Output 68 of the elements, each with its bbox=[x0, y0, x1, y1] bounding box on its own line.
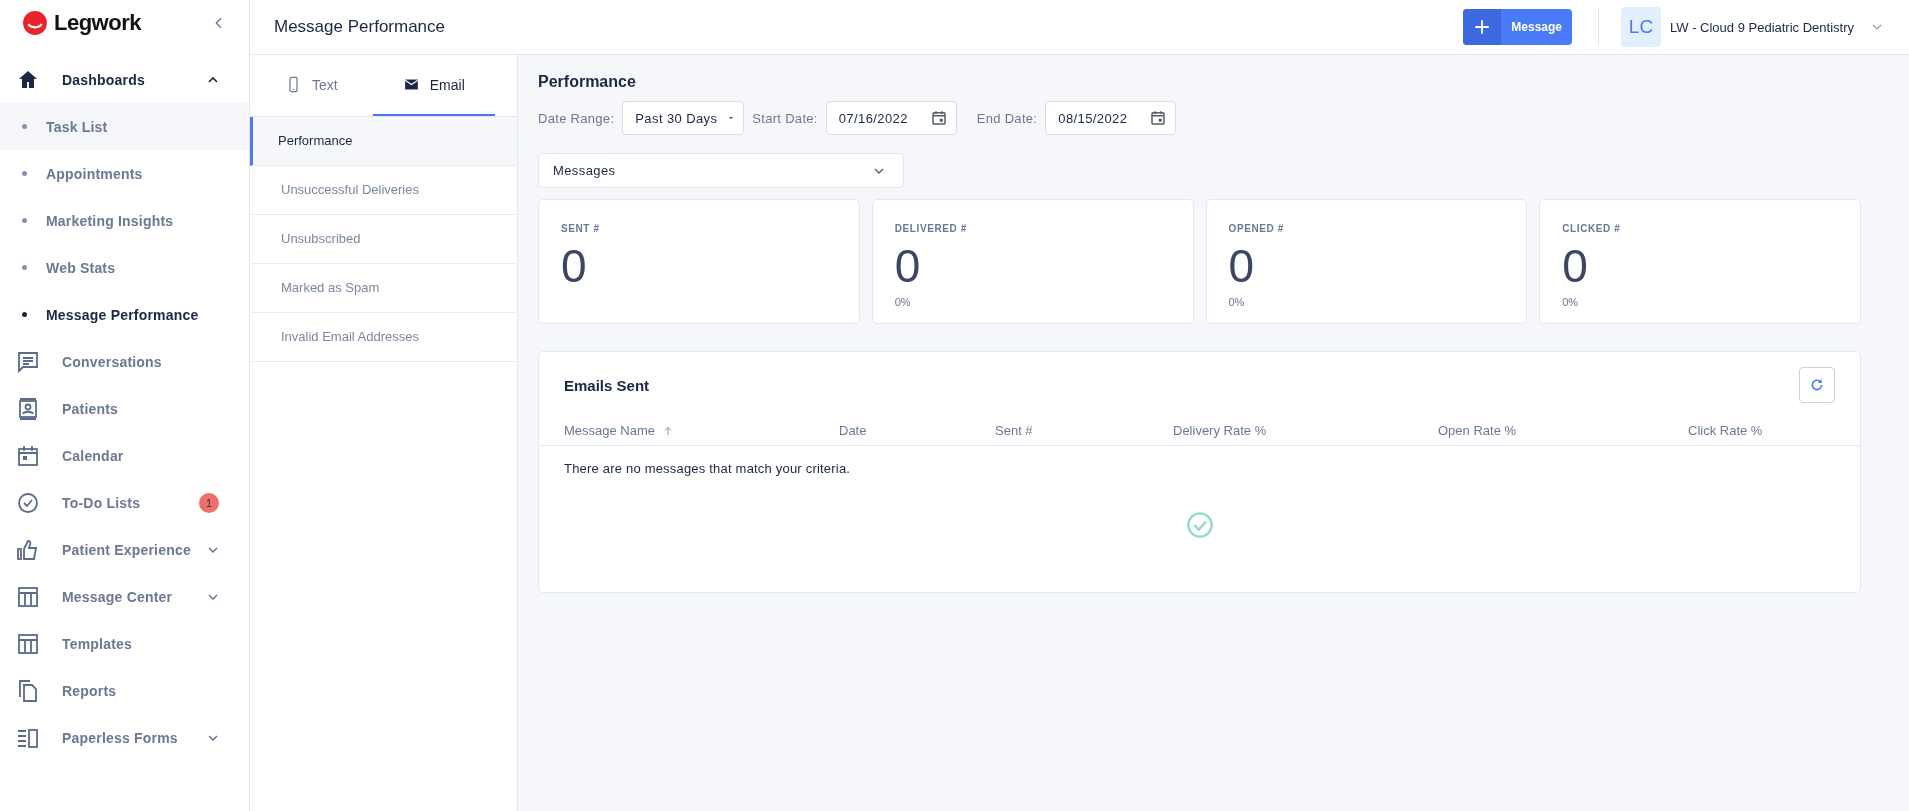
calendar-icon bbox=[16, 443, 40, 468]
chat-list-icon bbox=[16, 349, 40, 374]
count-badge: 1 bbox=[199, 492, 219, 513]
section-title: Performance bbox=[538, 73, 637, 91]
nav-subitem[interactable]: Marketing Insights bbox=[22, 197, 221, 244]
nav-item[interactable]: To-Do Lists bbox=[16, 479, 199, 526]
nav-subitem[interactable]: Web Stats bbox=[22, 244, 221, 291]
stat-label: OPENED # bbox=[1228, 223, 1284, 234]
nav-subitem[interactable]: Message Performance bbox=[22, 291, 221, 338]
column-header[interactable]: Sent # bbox=[995, 423, 1173, 445]
nav-item[interactable]: Patient Experience bbox=[16, 526, 205, 573]
nav-item[interactable]: Patients bbox=[16, 385, 221, 432]
nav-subitem[interactable]: Appointments bbox=[22, 150, 221, 197]
date-range-select[interactable]: Past 30 Days bbox=[622, 101, 745, 135]
nav-item[interactable]: Conversations bbox=[16, 338, 221, 385]
column-header[interactable]: Click Rate % bbox=[1688, 423, 1860, 445]
logo-icon bbox=[22, 10, 48, 36]
contact-card-icon bbox=[16, 396, 40, 421]
documents-icon bbox=[16, 678, 40, 703]
check-circle-icon bbox=[1185, 511, 1214, 539]
stat-percent: 0% bbox=[1228, 296, 1245, 308]
account-name[interactable]: LW - Cloud 9 Pediatric Dentistry bbox=[1670, 19, 1854, 35]
date-field[interactable]: 08/15/2022 bbox=[1045, 101, 1177, 135]
stat-label: DELIVERED # bbox=[894, 223, 967, 234]
nav-item[interactable]: Templates bbox=[16, 620, 221, 667]
column-header[interactable]: Delivery Rate % bbox=[1173, 423, 1438, 445]
new-message-button[interactable]: Message bbox=[1463, 9, 1572, 45]
nav-item[interactable]: Dashboards bbox=[16, 56, 205, 103]
subnav-item[interactable]: Marked as Spam bbox=[250, 264, 517, 313]
calendar-icon[interactable] bbox=[1149, 109, 1168, 127]
column-header[interactable]: Open Rate % bbox=[1438, 423, 1688, 445]
stat-value: 0 bbox=[1562, 242, 1588, 290]
table-icon bbox=[16, 584, 40, 609]
filter-label: Date Range: bbox=[538, 110, 615, 126]
refresh-button[interactable] bbox=[1799, 367, 1835, 403]
check-circle-icon bbox=[16, 490, 40, 515]
empty-message: There are no messages that match your criteria. bbox=[563, 460, 852, 476]
stat-label: SENT # bbox=[561, 223, 600, 234]
stat-value: 0 bbox=[894, 242, 921, 290]
column-header[interactable]: Message Name bbox=[564, 423, 839, 445]
stat-value: 0 bbox=[561, 242, 587, 290]
account-avatar[interactable]: LC bbox=[1621, 7, 1661, 47]
date-field[interactable]: 07/16/2022 bbox=[825, 101, 957, 135]
subnav-item[interactable]: Invalid Email Addresses bbox=[250, 313, 517, 362]
nav-item[interactable]: Reports bbox=[16, 667, 221, 714]
logo-text: Legwork bbox=[54, 10, 141, 36]
nav-item[interactable]: Message Center bbox=[16, 573, 205, 620]
tab[interactable]: Text bbox=[250, 55, 373, 116]
filter-label: Start Date: bbox=[752, 110, 818, 126]
column-header[interactable]: Date bbox=[839, 423, 995, 445]
nav-item[interactable]: Calendar bbox=[16, 432, 221, 479]
subnav-item[interactable]: Unsuccessful Deliveries bbox=[250, 166, 517, 215]
refresh-icon bbox=[1809, 377, 1825, 393]
table-icon bbox=[16, 631, 40, 656]
stat-label: CLICKED # bbox=[1562, 223, 1621, 234]
stat-value: 0 bbox=[1228, 242, 1255, 290]
message-type-select[interactable]: Messages bbox=[538, 153, 904, 188]
nav-item[interactable]: Paperless Forms bbox=[16, 714, 205, 761]
plus-icon bbox=[1473, 18, 1492, 36]
stat-percent: 0% bbox=[894, 296, 911, 308]
stat-percent: 0% bbox=[1562, 296, 1579, 308]
subnav-item[interactable]: Unsubscribed bbox=[250, 215, 517, 264]
subnav-item[interactable]: Performance bbox=[250, 117, 517, 166]
table-title: Emails Sent bbox=[564, 376, 650, 394]
thumbs-up-icon bbox=[16, 537, 40, 562]
calendar-icon[interactable] bbox=[929, 109, 948, 127]
filter-label: End Date: bbox=[976, 110, 1038, 126]
page-title: Message Performance bbox=[274, 17, 447, 37]
